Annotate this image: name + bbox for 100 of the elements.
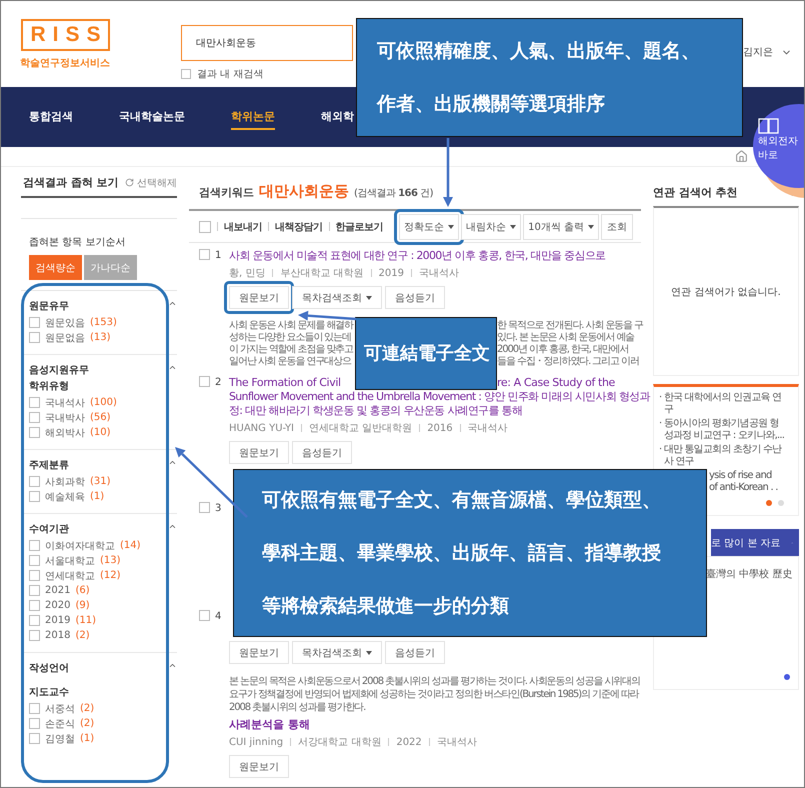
checkbox[interactable] — [199, 610, 210, 621]
filter-option[interactable]: 국내석사 (100) — [29, 395, 117, 410]
abstract-text: 2000년 이후 홍콩, 한국, 대만에서 — [497, 344, 628, 356]
sort-dropdown[interactable]: 10개씩 출력 — [523, 214, 599, 240]
checkbox[interactable] — [181, 69, 191, 79]
query-button[interactable]: 조회 — [601, 214, 633, 240]
sidebar-title: 검색결과 좁혀 보기 — [23, 175, 119, 190]
checkbox[interactable] — [29, 570, 40, 581]
filter-option[interactable]: 국내박사 (56) — [29, 410, 111, 425]
checkbox[interactable] — [29, 600, 40, 611]
filter-option[interactable]: 해외박사 (10) — [29, 425, 111, 440]
result-title[interactable]: 사례분석을 통해 — [229, 717, 641, 732]
result-title[interactable]: re: A Case Study of the — [497, 376, 615, 390]
result-title[interactable]: 정: 대만 해바라기 학생운동 및 홍콩의 우산운동 사례연구를 통해 — [229, 404, 522, 417]
logo-icon — [758, 118, 780, 134]
checkbox[interactable] — [29, 491, 40, 502]
collapse-icon[interactable] — [168, 522, 177, 531]
result-title[interactable]: 사회 운동에서 미술적 표현에 대한 연구 : 2000년 이후 홍콩, 한국, 대만을 중심으로 — [229, 249, 606, 262]
result-button[interactable]: 음성듣기 — [385, 641, 445, 664]
filter-group-title: 주제분류 — [29, 459, 69, 473]
abstract-text: 이 가지는 역할에 초점을 맞추고 — [229, 344, 354, 356]
checkbox[interactable] — [199, 249, 210, 260]
filter-option[interactable]: 예술체육 (1) — [29, 489, 104, 504]
toolbar-link[interactable]: 내보내기 — [224, 220, 262, 234]
sort-dropdown[interactable]: 내림차순 — [461, 214, 522, 240]
user-name[interactable]: 김지은 — [743, 45, 773, 59]
popular-header[interactable]: 로 많이 본 자료 — [711, 529, 799, 556]
order-label: 좁혀본 항목 보기순서 — [29, 236, 126, 249]
checkbox[interactable] — [199, 502, 210, 513]
result-button[interactable]: 원문보기 — [229, 755, 289, 778]
checkbox[interactable] — [199, 376, 210, 387]
nav-tab[interactable]: 학위논문 — [231, 104, 275, 130]
collapse-icon[interactable] — [168, 458, 177, 467]
filter-option[interactable]: 사회과학 (31) — [29, 474, 111, 489]
empty-message: 연관 검색어가 없습니다. — [671, 286, 781, 298]
result-number: 1 — [214, 249, 222, 263]
toolbar-link[interactable]: 내책장담기 — [275, 220, 322, 234]
filter-group-title: 원문유무 — [29, 300, 69, 314]
checkbox[interactable] — [29, 397, 40, 408]
search-in-results-option[interactable]: 결과 내 재검색 — [181, 67, 353, 81]
checkbox[interactable] — [29, 630, 40, 641]
nav-tab[interactable]: 해외학 — [321, 104, 354, 130]
result-button[interactable]: 목차검색조회 — [292, 641, 382, 664]
result-button[interactable]: 원문보기 — [229, 286, 289, 309]
meta-text: 국내석사 — [436, 736, 477, 749]
sort-dropdown[interactable]: 정확도순 — [399, 214, 460, 240]
result-button[interactable]: 원문보기 — [229, 441, 289, 464]
result-button[interactable]: 목차검색조회 — [292, 286, 382, 309]
result-title[interactable]: The Formation of Civil — [229, 376, 341, 390]
nav-tab[interactable]: 국내학술논문 — [119, 104, 185, 130]
toolbar-link[interactable]: 한글로보기 — [336, 220, 383, 234]
recommend-link[interactable]: · 한국 대학에서의 인권교육 연 구 — [659, 392, 782, 416]
search-field[interactable]: 대만사회운동 — [181, 25, 353, 61]
reset-button[interactable]: 선택해제 — [125, 176, 177, 190]
filter-option[interactable]: 2021 (6) — [29, 583, 90, 598]
result-button[interactable]: 음성듣기 — [292, 441, 352, 464]
pager-dot-icon[interactable] — [784, 674, 790, 680]
abstract-text: 성하는 다양한 요소들이 있는데 — [229, 332, 351, 344]
meta-text: 연세대학교 일반대학원 — [309, 422, 412, 435]
collapse-icon[interactable] — [168, 299, 177, 308]
checkbox[interactable] — [29, 718, 40, 729]
filter-option[interactable]: 연세대학교 (12) — [29, 568, 121, 583]
checkbox[interactable] — [29, 733, 40, 744]
recommend-link[interactable]: ysis of rise and of anti-Korean . . — [709, 470, 778, 494]
collapse-icon[interactable] — [168, 661, 177, 670]
filter-option[interactable]: 김영철 (1) — [29, 731, 94, 746]
checkbox[interactable] — [29, 703, 40, 714]
filter-option[interactable]: 서울대학교 (13) — [29, 553, 121, 568]
checkbox[interactable] — [29, 427, 40, 438]
select-all-checkbox[interactable] — [199, 220, 211, 232]
abstract-text: 한 목적으로 전개된다. 사회 운동을 구 — [497, 320, 643, 332]
filter-option[interactable]: 손준식 (2) — [29, 716, 94, 731]
floating-banner[interactable]: 해외전자 바로 — [753, 104, 804, 188]
result-number: 2 — [214, 376, 222, 390]
checkbox[interactable] — [29, 555, 40, 566]
checkbox[interactable] — [29, 585, 40, 596]
checkbox[interactable] — [29, 332, 40, 343]
collapse-icon[interactable] — [168, 363, 177, 372]
meta-text: 황, 민딩 — [229, 267, 266, 280]
checkbox[interactable] — [29, 615, 40, 626]
popular-link[interactable]: 臺灣의 中學校 歷史 — [706, 567, 794, 581]
checkbox[interactable] — [29, 317, 40, 328]
result-button[interactable]: 원문보기 — [229, 641, 289, 664]
filter-option[interactable]: 이화여자대학교 (14) — [29, 538, 141, 553]
checkbox[interactable] — [29, 540, 40, 551]
result-button[interactable]: 음성듣기 — [385, 286, 445, 309]
meta-text: CUI jinning — [229, 736, 284, 748]
recommend-link[interactable]: · 동아시아의 평화기념공원 형 성과정 비교연구 : 오키나와,... — [659, 418, 784, 442]
filter-option[interactable]: 원문없음 (13) — [29, 330, 111, 345]
checkbox[interactable] — [29, 412, 40, 423]
filter-option[interactable]: 2019 (11) — [29, 613, 96, 628]
filter-option[interactable]: 서중석 (2) — [29, 701, 94, 716]
checkbox[interactable] — [29, 476, 40, 487]
nav-tab[interactable]: 통합검색 — [29, 104, 73, 130]
filter-option[interactable]: 2020 (9) — [29, 598, 90, 613]
home-icon[interactable] — [735, 150, 748, 163]
filter-option[interactable]: 2018 (2) — [29, 628, 90, 643]
filter-option[interactable]: 원문있음 (153) — [29, 315, 117, 330]
meta-text: 부산대학교 대학원 — [280, 267, 364, 280]
result-title[interactable]: Sunflower Movement and the Umbrella Movement : 양안 민주화 미래의 시민사회 형성과 — [229, 390, 650, 403]
